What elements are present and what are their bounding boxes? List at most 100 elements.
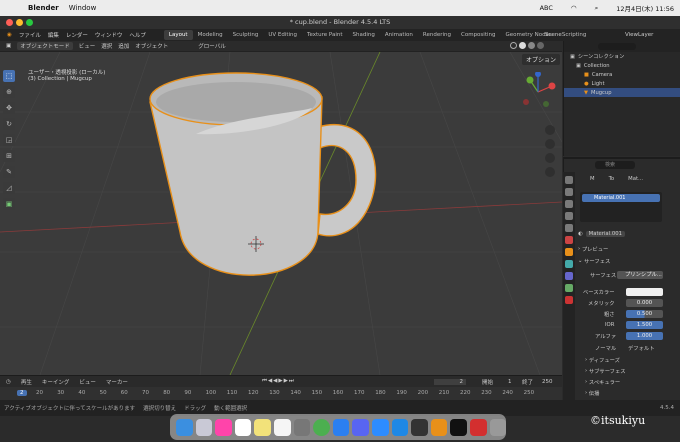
scene-selector[interactable]: Scene (545, 32, 562, 38)
solid-shading-icon[interactable] (519, 42, 526, 49)
menu-select[interactable]: 選択 (101, 42, 112, 50)
roughness-field[interactable]: 0.500 (626, 310, 663, 318)
menu-edit[interactable]: 編集 (48, 31, 59, 39)
modifier-tab-icon[interactable] (565, 260, 573, 268)
ior-field[interactable]: 1.500 (626, 321, 663, 329)
menu-window[interactable]: ウィンドウ (95, 31, 123, 39)
rotate-tool-icon[interactable]: ↻ (3, 118, 15, 130)
chrome-icon[interactable] (313, 418, 330, 436)
outliner-scene-collection[interactable]: ▣ シーンコレクション (564, 52, 680, 61)
menu-marker[interactable]: マーカー (106, 378, 128, 386)
base-color-swatch[interactable] (626, 288, 663, 296)
metallic-field[interactable]: 0.000 (626, 299, 663, 307)
outliner-collection[interactable]: ▣ Collection (564, 61, 680, 70)
safari-icon[interactable] (332, 418, 350, 436)
transform-tool-icon[interactable]: ⊞ (3, 150, 15, 162)
menu-add[interactable]: 追加 (118, 42, 129, 50)
mug-handle[interactable] (317, 124, 377, 237)
surface-panel[interactable]: ⌄ サーフェス (578, 256, 678, 266)
blender-logo-icon[interactable]: ◉ (7, 32, 12, 38)
transmission-subpanel[interactable]: › 伝播 (585, 388, 680, 398)
object-tab-icon[interactable] (565, 248, 573, 256)
particles-tab-icon[interactable] (565, 272, 573, 280)
tab-modeling[interactable]: Modeling (193, 30, 228, 40)
material-shading-icon[interactable] (528, 42, 535, 49)
system-settings-icon[interactable] (293, 418, 311, 436)
start-frame-field[interactable]: 1 (508, 379, 512, 385)
tab-uv-editing[interactable]: UV Editing (263, 30, 302, 40)
zoom-icon[interactable] (371, 418, 389, 436)
material-slot-item[interactable]: Material.001 (582, 194, 660, 202)
menu-object[interactable]: オブジェクト (135, 42, 168, 50)
orientation-selector[interactable]: グローバル (198, 42, 225, 50)
playback-controls[interactable]: ⏮◀◀▶▶⏭ (262, 378, 295, 385)
current-frame-field[interactable]: 2 (434, 378, 466, 385)
shading-modes[interactable] (510, 42, 544, 49)
tab-sculpting[interactable]: Sculpting (228, 30, 264, 40)
scale-tool-icon[interactable]: ◲ (3, 134, 15, 146)
menu-view[interactable]: ビュー (79, 42, 96, 50)
clock[interactable]: 12月4日(木) 11:56 (616, 3, 674, 13)
search-icon[interactable]: ⌕ (595, 4, 599, 13)
end-frame-field[interactable]: 250 (542, 379, 553, 385)
timeline-ruler[interactable]: 2 20 30 40 50 60 70 80 90 100 110 120 130 140 150 160 1… (0, 387, 562, 400)
menu-timeline-view[interactable]: ビュー (79, 378, 96, 386)
normal-field[interactable]: デフォルト (628, 343, 680, 353)
calendar-icon[interactable] (234, 418, 252, 436)
wifi-icon[interactable]: ◠ (571, 4, 577, 12)
menu-render[interactable]: レンダー (66, 31, 88, 39)
mode-selector[interactable]: オブジェクトモード (17, 42, 73, 50)
launchpad-icon[interactable] (195, 418, 213, 436)
tab-animation[interactable]: Animation (380, 30, 418, 40)
freeform-icon[interactable] (273, 418, 291, 436)
view-layer-selector[interactable]: ViewLayer (625, 32, 653, 38)
specular-subpanel[interactable]: › スペキュラー (585, 377, 680, 387)
menu-help[interactable]: ヘルプ (129, 31, 146, 39)
subsurface-subpanel[interactable]: › サブサーフェス (585, 366, 680, 376)
cursor-tool-icon[interactable]: ⊕ (3, 86, 15, 98)
tab-texture-paint[interactable]: Texture Paint (302, 30, 348, 40)
add-cube-tool-icon[interactable]: ▣ (3, 198, 15, 210)
menu-playback[interactable]: 再生 (21, 378, 32, 386)
tab-layout[interactable]: Layout (163, 30, 193, 40)
menu-file[interactable]: ファイル (19, 31, 41, 39)
outliner-item-mugcup[interactable]: ▼ Mugcup (564, 88, 680, 97)
minimize-window-button[interactable] (16, 19, 23, 26)
trash-icon[interactable] (489, 418, 507, 436)
tab-scripting[interactable]: Scripting (557, 30, 591, 40)
world-tab-icon[interactable] (565, 236, 573, 244)
current-frame-marker[interactable]: 2 (17, 390, 27, 396)
material-tab-icon[interactable] (565, 296, 573, 304)
window-menu[interactable]: Window (69, 4, 97, 12)
rendered-shading-icon[interactable] (537, 42, 544, 49)
material-name-field[interactable]: Material.001 (585, 231, 625, 237)
options-button[interactable]: オプション (522, 54, 561, 65)
preview-panel[interactable]: › プレビュー (578, 244, 678, 254)
app-menu[interactable]: Blender (28, 4, 59, 12)
render-tab-icon[interactable] (565, 188, 573, 196)
outliner-item-light[interactable]: ● Light (564, 79, 680, 88)
scene-tab-icon[interactable] (565, 224, 573, 232)
surface-shader-field[interactable]: プリンシプル... (617, 271, 663, 279)
figma-icon[interactable] (450, 418, 467, 436)
apple-icon[interactable] (8, 3, 18, 13)
material-slot-list[interactable]: Material.001 (580, 192, 662, 222)
finder-icon[interactable] (176, 418, 193, 436)
blender-icon[interactable] (430, 418, 448, 436)
physics-tab-icon[interactable] (565, 284, 573, 292)
alpha-field[interactable]: 1.000 (626, 332, 663, 340)
diffuse-subpanel[interactable]: › ディフューズ (585, 355, 680, 365)
annotate-tool-icon[interactable]: ✎ (3, 166, 15, 178)
unity-icon[interactable] (411, 418, 428, 436)
outliner-item-camera[interactable]: ■ Camera (564, 70, 680, 79)
menu-keying[interactable]: キーイング (42, 378, 70, 386)
3d-viewport[interactable]: ユーザー・透視投影 (ローカル) (3) Collection | Mugcup… (0, 52, 562, 375)
notes-icon[interactable] (254, 418, 271, 436)
photos-icon[interactable] (215, 418, 232, 436)
acrobat-icon[interactable] (469, 418, 487, 436)
output-tab-icon[interactable] (565, 200, 573, 208)
move-tool-icon[interactable]: ✥ (3, 102, 15, 114)
zoom-window-button[interactable] (26, 19, 33, 26)
navigation-gizmo[interactable] (518, 72, 558, 182)
measure-tool-icon[interactable]: ◿ (3, 182, 15, 194)
